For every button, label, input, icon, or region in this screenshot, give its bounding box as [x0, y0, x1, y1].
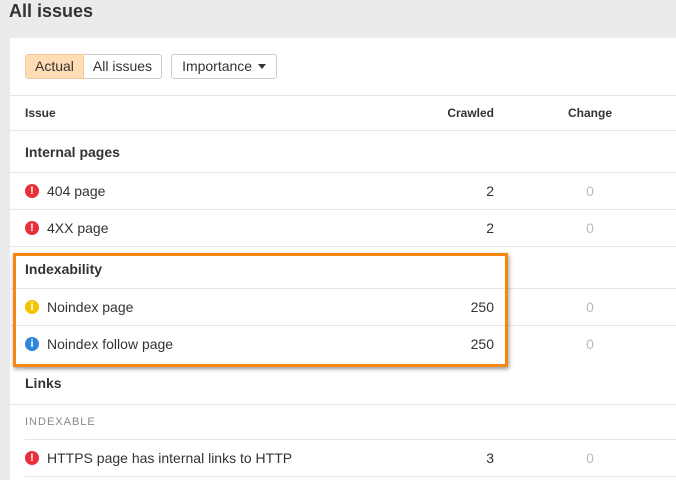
crawled-count[interactable]: 3: [414, 450, 494, 466]
crawled-count[interactable]: 2: [414, 183, 494, 199]
error-icon: !: [25, 221, 39, 235]
section-links: Links: [10, 362, 676, 404]
page-title: All issues: [9, 1, 94, 21]
change-value: 0: [586, 220, 594, 236]
subsection-title: INDEXABLE: [25, 416, 96, 428]
row-divider: [25, 476, 676, 477]
all-issues-toggle[interactable]: All issues: [83, 54, 163, 79]
highlight-box: [13, 253, 508, 367]
error-icon: !: [25, 184, 39, 198]
column-crawled[interactable]: Crawled: [414, 106, 494, 120]
section-internal-pages: Internal pages: [10, 130, 676, 172]
issue-name[interactable]: 4XX page: [47, 220, 109, 236]
importance-label: Importance: [182, 58, 253, 74]
filter-bar: Actual All issues Importance: [25, 54, 278, 79]
table-row[interactable]: ! 404 page 2 0: [10, 172, 676, 209]
issue-name[interactable]: 404 page: [47, 183, 105, 199]
change-value: 0: [586, 336, 594, 352]
issue-name[interactable]: HTTPS page has internal links to HTTP: [47, 450, 292, 466]
importance-dropdown[interactable]: Importance: [171, 54, 278, 79]
change-value: 0: [586, 450, 594, 466]
change-value: 0: [586, 299, 594, 315]
caret-down-icon: [258, 64, 267, 69]
crawled-count[interactable]: 2: [414, 220, 494, 236]
table-header: Issue Crawled Change: [10, 95, 676, 130]
table-row[interactable]: ! 4XX page 2 0: [10, 209, 676, 246]
column-issue[interactable]: Issue: [25, 106, 56, 120]
section-title: Links: [25, 375, 62, 391]
error-icon: !: [25, 451, 39, 465]
subsection-indexable: INDEXABLE: [10, 404, 676, 439]
table-row[interactable]: ! HTTPS page has internal links to HTTP 3…: [25, 439, 676, 476]
change-value: 0: [586, 183, 594, 199]
column-change[interactable]: Change: [565, 106, 615, 120]
section-title: Internal pages: [25, 143, 120, 160]
actual-toggle[interactable]: Actual: [25, 54, 84, 79]
